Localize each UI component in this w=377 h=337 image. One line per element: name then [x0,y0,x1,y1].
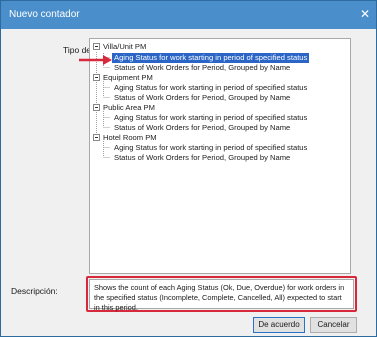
tree-item-villa-status-work-orders[interactable]: Status of Work Orders for Period, Groupe… [114,63,290,73]
tree-item-public-area-aging-status[interactable]: Aging Status for work starting in period… [114,113,307,123]
tree-item-hotel-room-status-work-orders[interactable]: Status of Work Orders for Period, Groupe… [114,153,290,163]
window-title: Nuevo contador [9,9,80,20]
description-label: Descripción: [11,286,58,296]
close-icon[interactable]: ✕ [358,7,372,21]
report-type-tree[interactable]: Villa/Unit PM Aging Status for work star… [89,38,351,274]
collapse-icon[interactable] [93,43,100,50]
ok-button[interactable]: De acuerdo [253,317,305,333]
tree-item-equipment-status-work-orders[interactable]: Status of Work Orders for Period, Groupe… [114,93,290,103]
tree-item-equipment-aging-status[interactable]: Aging Status for work starting in period… [114,83,307,93]
nuevo-contador-dialog: Nuevo contador ✕ Tipo de Villa/Unit PM A… [0,0,377,337]
collapse-icon[interactable] [93,104,100,111]
title-bar[interactable]: Nuevo contador ✕ [1,1,376,29]
collapse-icon[interactable] [93,134,100,141]
tree-group-hotel-room-pm[interactable]: Hotel Room PM [103,133,157,143]
tree-item-public-area-status-work-orders[interactable]: Status of Work Orders for Period, Groupe… [114,123,290,133]
tree-item-hotel-room-aging-status[interactable]: Aging Status for work starting in period… [114,143,307,153]
description-text: Shows the count of each Aging Status (Ok… [89,279,354,312]
cancel-button[interactable]: Cancelar [310,317,357,333]
collapse-icon[interactable] [93,74,100,81]
tree-group-equipment-pm[interactable]: Equipment PM [103,73,153,83]
tree-group-villa-unit-pm[interactable]: Villa/Unit PM [103,42,146,52]
tree-item-villa-aging-status[interactable]: Aging Status for work starting in period… [112,53,310,63]
tree-group-public-area-pm[interactable]: Public Area PM [103,103,155,113]
red-pointer-arrow-icon [79,55,112,65]
